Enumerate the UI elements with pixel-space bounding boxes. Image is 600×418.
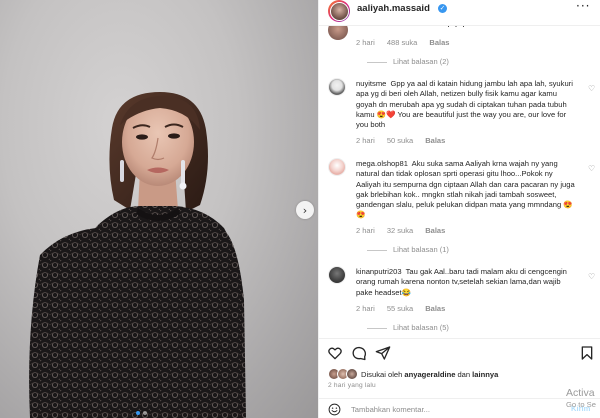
share-send-icon[interactable] <box>375 345 391 361</box>
comment-time: 2 hari <box>356 136 375 145</box>
add-comment-bar: Kirim <box>319 398 600 418</box>
comment-meta: 2 hari 50 suka Balas <box>356 136 455 145</box>
comment-likes[interactable]: 488 suka <box>387 38 417 47</box>
comment-text: Gpp ya aal di katain hidung jambu lah ap… <box>356 79 573 130</box>
post-actions: Disukai oleh anyageraldine dan lainnya 2… <box>319 338 600 418</box>
post-comment-button[interactable]: Kirim <box>571 404 590 413</box>
comment-reply-button[interactable]: Balas <box>425 136 445 145</box>
post-photo-illustration <box>29 92 246 418</box>
comment-username[interactable]: kinanputri203 <box>356 267 402 276</box>
liked-by: Disukai oleh anyageraldine dan lainnya <box>328 368 500 380</box>
comment-input[interactable] <box>351 402 541 416</box>
comment-body: nuyitsme Gpp ya aal di katain hidung jam… <box>356 79 578 130</box>
carousel-dots <box>136 411 147 415</box>
liked-by-prefix: Disukai oleh <box>361 369 403 379</box>
post-side-panel: aaliyah.massaid ✓ ··· · · · 2 hari 488 s… <box>318 0 600 418</box>
view-replies-label: Lihat balasan (5) <box>393 323 449 332</box>
like-heart-icon[interactable] <box>327 345 343 361</box>
liked-by-others[interactable]: lainnya <box>472 370 498 379</box>
comment-bubble-icon[interactable] <box>351 345 367 361</box>
carousel-dot-active <box>136 411 140 415</box>
like-comment-heart-icon[interactable]: ♡ <box>588 164 595 173</box>
comment-avatar[interactable] <box>328 26 348 40</box>
comment-time: 2 hari <box>356 226 375 235</box>
comment-meta: 2 hari 488 suka Balas <box>356 38 459 47</box>
emoji-icon[interactable] <box>328 403 341 416</box>
comment-avatar[interactable] <box>328 78 346 96</box>
author-username[interactable]: aaliyah.massaid <box>357 3 430 14</box>
comment-text-partial: · · · <box>447 26 466 31</box>
author-avatar[interactable] <box>328 0 350 22</box>
comment-username[interactable]: mega.olshop81 <box>356 159 408 168</box>
comment-meta: 2 hari 55 suka Balas <box>356 304 455 313</box>
comment-avatar[interactable] <box>328 158 346 176</box>
post-photo[interactable]: › <box>0 0 318 418</box>
carousel-next-button[interactable]: › <box>296 201 314 219</box>
comment-reply-button[interactable]: Balas <box>429 38 449 47</box>
liked-by-avatars <box>328 368 358 380</box>
comment-reply-button[interactable]: Balas <box>425 304 445 313</box>
view-replies-button[interactable]: Lihat balasan (1) <box>367 245 449 254</box>
comment-likes[interactable]: 50 suka <box>387 136 413 145</box>
view-replies-label: Lihat balasan (1) <box>393 245 449 254</box>
comment-text: Aku suka sama Aaliyah krna wajah ny yang… <box>356 159 575 220</box>
comment-body: kinanputri203 Tau gak Aal..baru tadi mal… <box>356 267 578 298</box>
comment-username[interactable]: nuyitsme <box>356 79 386 88</box>
more-options-icon[interactable]: ··· <box>576 0 590 13</box>
comment-avatar[interactable] <box>328 266 346 284</box>
liked-by-suffix: dan <box>457 369 471 379</box>
view-replies-button[interactable]: Lihat balasan (5) <box>367 323 449 332</box>
comment-likes[interactable]: 32 suka <box>387 226 413 235</box>
comment-likes[interactable]: 55 suka <box>387 304 413 313</box>
like-comment-heart-icon[interactable]: ♡ <box>588 84 595 93</box>
view-replies-label: Lihat balasan (2) <box>393 57 449 66</box>
comment-reply-button[interactable]: Balas <box>425 226 445 235</box>
comment-time: 2 hari <box>356 38 375 47</box>
comment-time: 2 hari <box>356 304 375 313</box>
save-bookmark-icon[interactable] <box>579 345 595 361</box>
view-replies-button[interactable]: Lihat balasan (2) <box>367 57 449 66</box>
comment-meta: 2 hari 32 suka Balas <box>356 226 455 235</box>
liked-by-user[interactable]: anyageraldine <box>404 370 455 379</box>
comments-list[interactable]: · · · 2 hari 488 suka Balas Lihat balasa… <box>319 26 600 338</box>
post-header: aaliyah.massaid ✓ ··· <box>319 0 600 26</box>
comment-body: mega.olshop81 Aku suka sama Aaliyah krna… <box>356 159 578 221</box>
carousel-dot <box>143 411 147 415</box>
verified-badge-icon: ✓ <box>438 4 447 13</box>
post-time-ago[interactable]: 2 hari yang lalu <box>328 382 376 389</box>
like-comment-heart-icon[interactable]: ♡ <box>588 272 595 281</box>
